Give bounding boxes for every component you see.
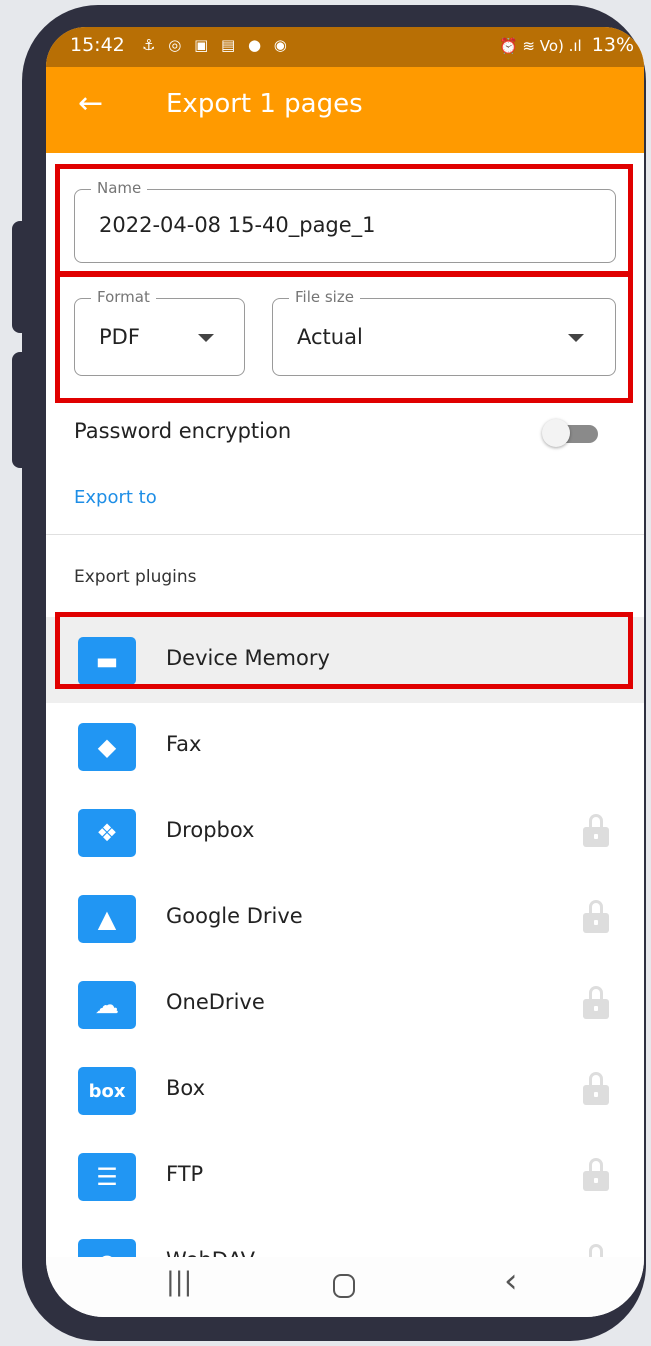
toggle-knob (542, 419, 570, 447)
nav-back-icon[interactable]: ‹ (504, 1261, 518, 1301)
plugin-label: Google Drive (166, 904, 303, 928)
lock-icon (583, 814, 609, 848)
lock-icon (583, 986, 609, 1020)
status-time: 15:42 (70, 34, 125, 56)
chevron-down-icon (198, 334, 214, 342)
plugin-ftp[interactable]: ☰ FTP (46, 1133, 644, 1219)
plugin-label: Device Memory (166, 646, 330, 670)
lock-icon (583, 900, 609, 934)
home-icon[interactable] (333, 1274, 355, 1298)
folder-icon: ▬ (78, 637, 136, 685)
export-plugins-header: Export plugins (74, 567, 197, 587)
app-header: 15:42 ⚓ ◎ ▣ ▤ ● ◉ ⏰ ≋ Vo) .ıl 13% ← Expo… (46, 27, 644, 153)
dropbox-icon: ❖ (78, 809, 136, 857)
battery-level: 13% (591, 34, 634, 56)
export-to-link[interactable]: Export to (74, 487, 157, 508)
file-size-dropdown[interactable]: File size Actual (272, 288, 616, 376)
back-arrow-icon[interactable]: ← (78, 89, 103, 119)
plugin-label: FTP (166, 1162, 204, 1186)
fax-icon: ◆ (78, 723, 136, 771)
file-size-dropdown-label: File size (289, 288, 360, 306)
google-drive-icon: ▲ (78, 895, 136, 943)
lock-icon (583, 1072, 609, 1106)
lock-icon (583, 1158, 609, 1192)
name-field-value: 2022-04-08 15-40_page_1 (99, 213, 376, 237)
system-status-icons: ⏰ ≋ Vo) .ıl (498, 37, 582, 55)
webdav-icon: ⊕ (78, 1239, 136, 1257)
ftp-icon: ☰ (78, 1153, 136, 1201)
recents-icon[interactable]: ||| (166, 1267, 192, 1297)
plugin-device-memory[interactable]: ▬ Device Memory (46, 617, 644, 703)
box-icon: box (78, 1067, 136, 1115)
plugin-box[interactable]: box Box (46, 1047, 644, 1133)
chevron-down-icon (568, 334, 584, 342)
password-encryption-toggle[interactable] (542, 419, 598, 447)
onedrive-icon: ☁ (78, 981, 136, 1029)
status-bar: 15:42 ⚓ ◎ ▣ ▤ ● ◉ ⏰ ≋ Vo) .ıl 13% (46, 27, 644, 67)
format-dropdown[interactable]: Format PDF (74, 288, 245, 376)
plugin-label: Box (166, 1076, 206, 1100)
plugin-google-drive[interactable]: ▲ Google Drive (46, 875, 644, 961)
notification-icons: ⚓ ◎ ▣ ▤ ● ◉ (142, 36, 291, 54)
plugin-fax[interactable]: ◆ Fax (46, 703, 644, 789)
plugin-label: WebDAV (166, 1248, 255, 1257)
format-dropdown-value: PDF (99, 325, 140, 349)
phone-screen: 15:42 ⚓ ◎ ▣ ▤ ● ◉ ⏰ ≋ Vo) .ıl 13% ← Expo… (46, 27, 644, 1317)
plugin-dropbox[interactable]: ❖ Dropbox (46, 789, 644, 875)
system-nav-bar: ||| ‹ (46, 1257, 644, 1317)
page-title: Export 1 pages (166, 89, 363, 119)
name-field[interactable]: Name 2022-04-08 15-40_page_1 (74, 179, 616, 263)
plugin-label: Fax (166, 732, 202, 756)
format-dropdown-label: Format (91, 288, 156, 306)
status-right: ⏰ ≋ Vo) .ıl 13% (499, 34, 634, 56)
file-size-dropdown-value: Actual (297, 325, 363, 349)
plugin-label: Dropbox (166, 818, 255, 842)
plugin-onedrive[interactable]: ☁ OneDrive (46, 961, 644, 1047)
password-encryption-label: Password encryption (74, 419, 292, 443)
plugin-webdav[interactable]: ⊕ WebDAV (46, 1219, 644, 1257)
plugin-list: ▬ Device Memory ◆ Fax ❖ Dropbox ▲ Google… (46, 617, 644, 1257)
plugin-label: OneDrive (166, 990, 265, 1014)
lock-icon (583, 1244, 609, 1257)
section-divider (46, 534, 644, 535)
name-field-label: Name (91, 179, 148, 197)
